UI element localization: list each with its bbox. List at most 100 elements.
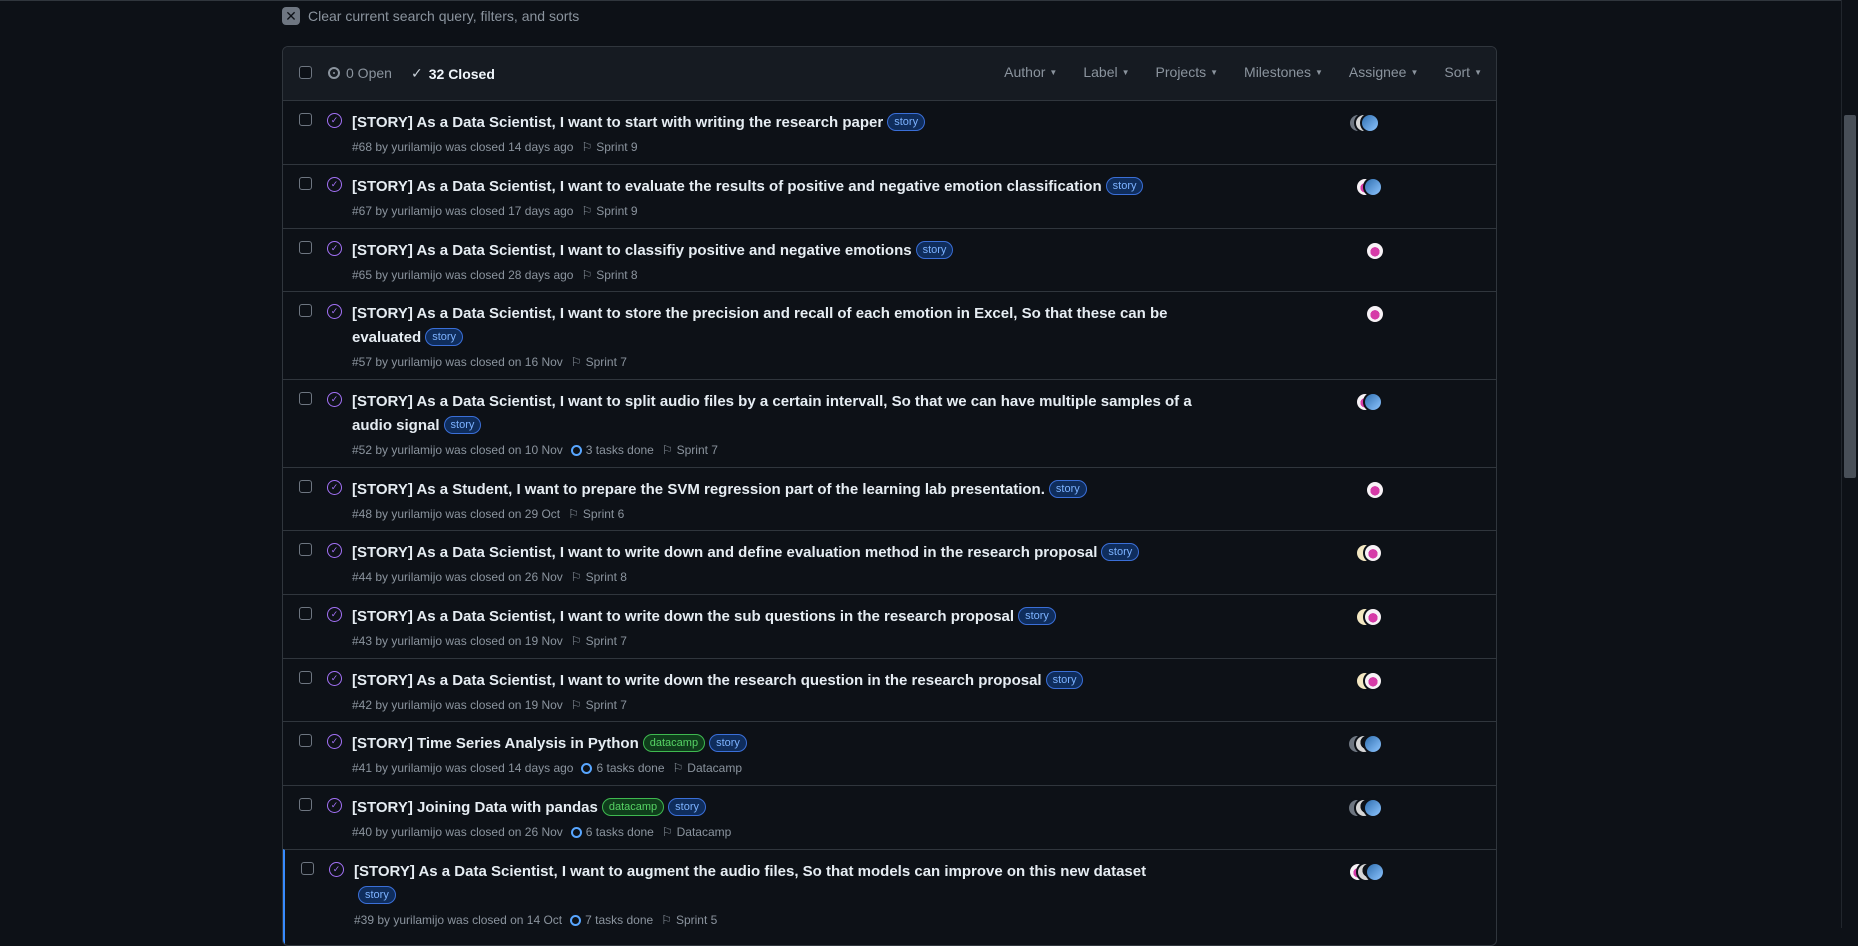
issue-closed-by: by yurilamijo was closed 28 days ago [375, 268, 574, 282]
issue-title-link[interactable]: [STORY] Time Series Analysis in Python [352, 735, 639, 752]
issue-checkbox[interactable] [299, 480, 312, 493]
label-story[interactable]: story [915, 241, 954, 259]
assignees[interactable] [1355, 671, 1391, 691]
milestone-link[interactable]: ⚐ Sprint 6 [568, 507, 624, 521]
milestone-link[interactable]: ⚐ Datacamp [662, 825, 731, 839]
avatar[interactable] [1360, 113, 1380, 133]
issue-title-link[interactable]: [STORY] As a Data Scientist, I want to c… [352, 242, 912, 259]
assignees[interactable] [1355, 392, 1391, 412]
issue-checkbox[interactable] [299, 113, 312, 126]
clear-search-label: Clear current search query, filters, and… [308, 8, 580, 24]
label-story[interactable]: story [1048, 480, 1087, 498]
label-story[interactable]: story [887, 113, 926, 131]
issue-title-link[interactable]: [STORY] As a Data Scientist, I want to w… [352, 608, 1014, 625]
milestone-link[interactable]: ⚐ Sprint 7 [662, 443, 718, 457]
label-story[interactable]: story [443, 416, 482, 434]
label-datacamp[interactable]: datacamp [601, 798, 665, 816]
issue-row: ✓ [STORY] Time Series Analysis in Python… [283, 721, 1496, 785]
label-story[interactable]: story [1018, 607, 1056, 625]
closed-issues-filter[interactable]: ✓ 32 Closed [411, 65, 495, 82]
avatar[interactable] [1365, 862, 1385, 882]
issue-checkbox[interactable] [299, 392, 312, 405]
label-story[interactable]: story [668, 798, 707, 816]
label-filter[interactable]: Label ▼ [1083, 64, 1129, 80]
issue-title-link[interactable]: [STORY] As a Data Scientist, I want to e… [352, 178, 1102, 195]
clear-search-button[interactable]: ✕ Clear current search query, filters, a… [282, 7, 579, 25]
milestones-filter[interactable]: Milestones ▼ [1244, 64, 1323, 80]
avatar[interactable] [1363, 177, 1383, 197]
label-story[interactable]: story [358, 886, 396, 904]
avatar[interactable] [1363, 734, 1383, 754]
scrollbar-thumb[interactable] [1844, 115, 1856, 478]
assignees[interactable] [1355, 177, 1391, 197]
avatar[interactable] [1363, 798, 1383, 818]
issue-checkbox[interactable] [299, 734, 312, 747]
avatar[interactable] [1365, 480, 1385, 500]
milestone-link[interactable]: ⚐ Sprint 9 [581, 204, 637, 218]
assignees[interactable] [1355, 543, 1391, 563]
filter-bar: Author ▼ Label ▼ Projects ▼ Milestones ▼ Ass… [1004, 64, 1482, 80]
issue-title-link[interactable]: [STORY] Joining Data with pandas [352, 799, 598, 816]
issue-number: #39 [354, 913, 375, 927]
label-story[interactable]: story [709, 734, 747, 752]
milestone-link[interactable]: ⚐ Sprint 5 [661, 913, 717, 927]
avatar[interactable] [1363, 607, 1383, 627]
issue-checkbox[interactable] [299, 543, 312, 556]
select-all-checkbox[interactable] [299, 66, 312, 79]
issue-title-link[interactable]: [STORY] As a Data Scientist, I want to s… [352, 305, 1167, 346]
assignees[interactable] [1365, 241, 1385, 261]
assignees[interactable] [1365, 480, 1385, 500]
projects-filter[interactable]: Projects ▼ [1156, 64, 1219, 80]
milestone-link[interactable]: ⚐ Datacamp [673, 761, 742, 775]
label-datacamp[interactable]: datacamp [642, 734, 706, 752]
issue-title-link[interactable]: [STORY] As a Data Scientist, I want to a… [354, 863, 1146, 880]
milestone-link[interactable]: ⚐ Sprint 7 [571, 634, 627, 648]
issue-title-link[interactable]: [STORY] As a Data Scientist, I want to w… [352, 544, 1097, 561]
issue-checkbox[interactable] [299, 607, 312, 620]
assignees[interactable] [1347, 734, 1391, 754]
milestone-link[interactable]: ⚐ Sprint 8 [581, 268, 637, 282]
avatar[interactable] [1363, 392, 1383, 412]
assignee-filter[interactable]: Assignee ▼ [1349, 64, 1419, 80]
scrollbar[interactable] [1841, 0, 1858, 928]
task-progress[interactable]: 6 tasks done [581, 761, 665, 775]
sort-filter[interactable]: Sort ▼ [1444, 64, 1482, 80]
assignees[interactable] [1348, 113, 1388, 133]
milestone-link[interactable]: ⚐ Sprint 8 [571, 570, 627, 584]
issue-row: ✓ [STORY] As a Data Scientist, I want to… [283, 228, 1496, 291]
avatar[interactable] [1365, 304, 1385, 324]
assignees[interactable] [1355, 607, 1391, 627]
assignees[interactable] [1347, 798, 1391, 818]
issue-number: #67 [352, 204, 373, 218]
task-progress[interactable]: 7 tasks done [570, 913, 653, 927]
milestone-link[interactable]: ⚐ Sprint 7 [571, 355, 627, 369]
issue-title-link[interactable]: [STORY] As a Student, I want to prepare … [352, 481, 1045, 498]
open-issues-filter[interactable]: 0 Open [328, 65, 392, 81]
issue-closed-by: by yurilamijo was closed on 26 Nov [375, 825, 563, 839]
issue-title-link[interactable]: [STORY] As a Data Scientist, I want to w… [352, 672, 1042, 689]
issue-checkbox[interactable] [299, 798, 312, 811]
avatar[interactable] [1363, 671, 1383, 691]
issue-checkbox[interactable] [299, 304, 312, 317]
issue-checkbox[interactable] [299, 177, 312, 190]
issue-checkbox[interactable] [299, 671, 312, 684]
issue-checkbox[interactable] [301, 862, 314, 875]
avatar[interactable] [1363, 543, 1383, 563]
assignees[interactable] [1365, 304, 1385, 324]
assignees[interactable] [1348, 862, 1394, 882]
task-progress[interactable]: 6 tasks done [570, 825, 654, 839]
avatar[interactable] [1365, 241, 1385, 261]
milestone-link[interactable]: ⚐ Sprint 9 [581, 140, 637, 154]
author-filter[interactable]: Author ▼ [1004, 64, 1057, 80]
issue-closed-by: by yurilamijo was closed 14 days ago [375, 761, 574, 775]
issue-closed-by: by yurilamijo was closed on 19 Nov [375, 698, 563, 712]
label-story[interactable]: story [1045, 671, 1084, 689]
label-story[interactable]: story [1105, 177, 1144, 195]
task-progress[interactable]: 3 tasks done [570, 443, 654, 457]
issue-checkbox[interactable] [299, 241, 312, 254]
issue-title-link[interactable]: [STORY] As a Data Scientist, I want to s… [352, 114, 883, 131]
label-story[interactable]: story [1101, 543, 1140, 561]
issue-row: ✓ [STORY] As a Data Scientist, I want to… [283, 658, 1496, 721]
label-story[interactable]: story [425, 328, 464, 346]
milestone-link[interactable]: ⚐ Sprint 7 [571, 698, 627, 712]
